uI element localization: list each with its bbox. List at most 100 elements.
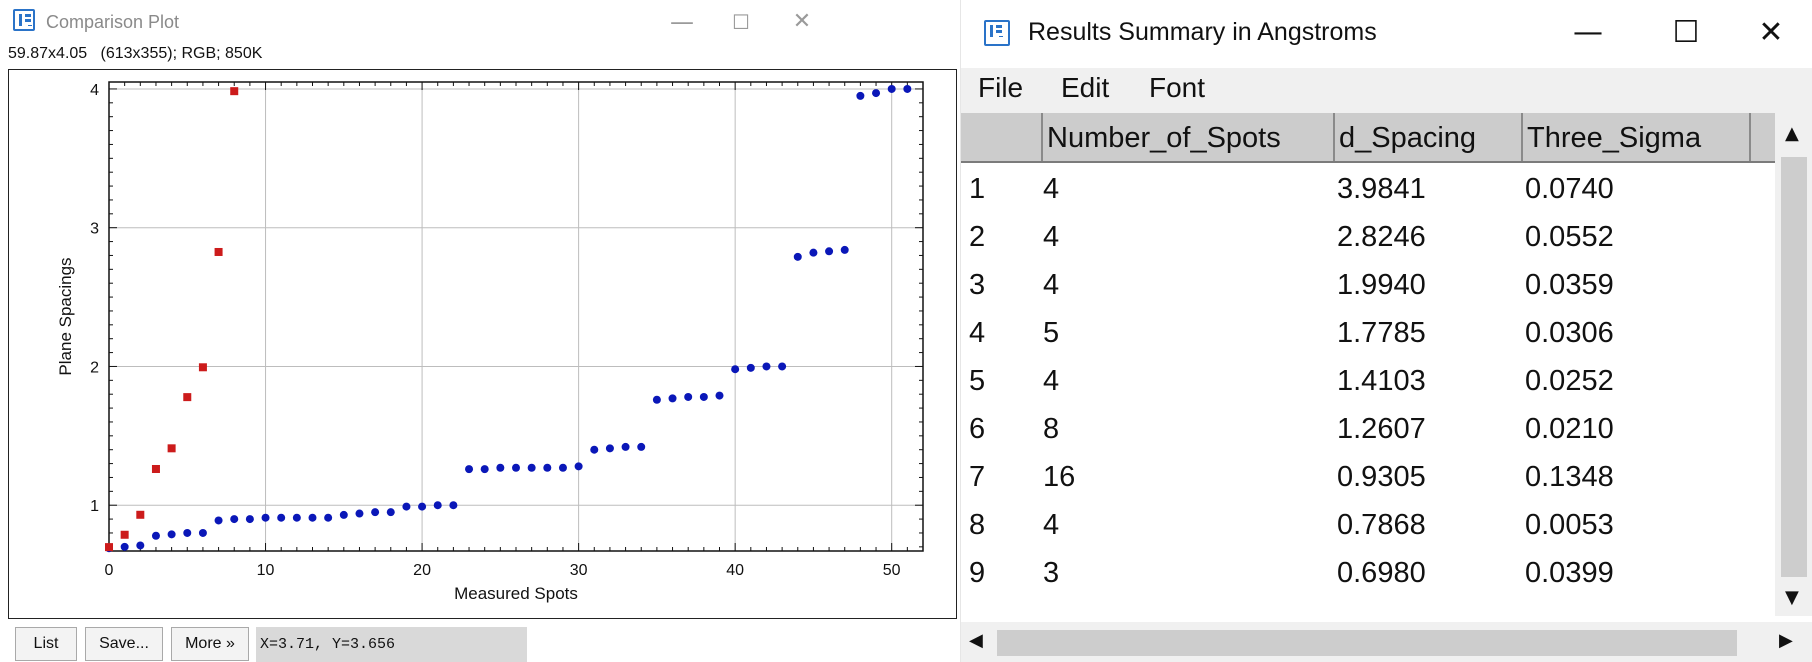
results-maximize-button[interactable]: ☐ xyxy=(1651,10,1721,56)
blue-circle-point xyxy=(762,362,771,371)
y-tick-label: 1 xyxy=(90,498,99,515)
blue-circle-point xyxy=(496,463,505,472)
cursor-coordinates: X=3.71, Y=3.656 xyxy=(256,627,527,662)
blue-circle-point xyxy=(684,392,693,401)
horizontal-scroll-thumb[interactable] xyxy=(997,630,1737,656)
desktop: Comparison Plot — ☐ ✕ 59.87x4.05 (613x35… xyxy=(0,0,1812,662)
three-sigma-cell: 0.0740 xyxy=(1525,173,1614,205)
row-index-cell: 4 xyxy=(969,317,986,349)
blue-circle-point xyxy=(355,509,364,518)
plot-titlebar[interactable]: Comparison Plot — ☐ ✕ xyxy=(0,0,960,46)
vertical-scroll-thumb[interactable] xyxy=(1781,157,1807,577)
scatter-plot: 0 10 20 30 40 50 1 2 3 4 Measured Spots Plane Spa… xyxy=(56,81,924,603)
blue-circle-point xyxy=(715,391,724,400)
row-index-cell: 1 xyxy=(969,173,986,205)
x-tick-label: 30 xyxy=(570,562,588,579)
scroll-up-icon[interactable]: ▲ xyxy=(1785,123,1799,144)
three-sigma-cell: 0.0053 xyxy=(1525,509,1614,541)
blue-circle-point xyxy=(731,365,740,374)
blue-circle-point xyxy=(198,528,207,537)
row-index-cell: 8 xyxy=(969,509,986,541)
blue-circle-point xyxy=(292,513,301,522)
blue-circle-point xyxy=(903,84,912,93)
d-spacing-cell: 1.4103 xyxy=(1337,365,1426,397)
plot-area-border xyxy=(108,81,924,552)
grid-lines xyxy=(108,82,923,551)
more-button[interactable]: More » xyxy=(171,627,249,661)
blue-circle-point xyxy=(825,247,834,256)
list-button[interactable]: List xyxy=(15,627,77,661)
x-tick-label: 0 xyxy=(105,562,114,579)
blue-circle-point xyxy=(120,542,129,551)
x-tick-label: 40 xyxy=(726,562,744,579)
plot-canvas[interactable]: 0 10 20 30 40 50 1 2 3 4 Measured Spots Plane Spa… xyxy=(8,69,957,619)
row-index-cell: 3 xyxy=(969,269,986,301)
column-header-three-sigma[interactable]: Three_Sigma xyxy=(1521,113,1749,161)
three-sigma-cell: 0.1348 xyxy=(1525,461,1614,493)
blue-circle-point xyxy=(183,528,192,537)
column-header-d-spacing[interactable]: d_Spacing xyxy=(1333,113,1521,161)
row-index-cell: 2 xyxy=(969,221,986,253)
blue-circle-point xyxy=(699,392,708,401)
plot-maximize-button[interactable]: ☐ xyxy=(711,4,771,40)
y-axis-label: Plane Spacings xyxy=(56,257,75,375)
blue-circle-point xyxy=(652,395,661,404)
table-row[interactable]: 7 16 0.9305 0.1348 xyxy=(961,453,1775,501)
d-spacing-cell: 0.9305 xyxy=(1337,461,1426,493)
blue-circle-point xyxy=(136,541,145,550)
blue-circle-point xyxy=(840,245,849,254)
red-square-point xyxy=(105,543,113,552)
blue-circle-point xyxy=(621,442,630,451)
table-row[interactable]: 5 4 1.4103 0.0252 xyxy=(961,357,1775,405)
horizontal-scrollbar[interactable]: ◀ ▶ xyxy=(961,622,1812,662)
d-spacing-cell: 0.6980 xyxy=(1337,557,1426,589)
menu-edit[interactable]: Edit xyxy=(1061,72,1109,104)
blue-circle-point xyxy=(793,252,802,261)
results-minimize-button[interactable]: — xyxy=(1553,10,1623,56)
blue-circle-point xyxy=(543,463,552,472)
data-points xyxy=(105,84,912,553)
row-index-cell: 7 xyxy=(969,461,986,493)
d-spacing-cell: 3.9841 xyxy=(1337,173,1426,205)
table-row[interactable]: 2 4 2.8246 0.0552 xyxy=(961,213,1775,261)
number-of-spots-cell: 16 xyxy=(1043,461,1076,493)
scroll-left-icon[interactable]: ◀ xyxy=(969,630,983,651)
plot-close-button[interactable]: ✕ xyxy=(772,4,832,40)
row-index-cell: 9 xyxy=(969,557,986,589)
table-row[interactable]: 3 4 1.9940 0.0359 xyxy=(961,261,1775,309)
plot-minimize-button[interactable]: — xyxy=(652,4,712,40)
table-row[interactable]: 1 4 3.9841 0.0740 xyxy=(961,165,1775,213)
blue-circle-point xyxy=(245,515,254,524)
blue-circle-point xyxy=(277,513,286,522)
column-header-index[interactable] xyxy=(961,113,1041,161)
red-square-point xyxy=(120,530,129,539)
tick-labels: 0 10 20 30 40 50 1 2 3 4 xyxy=(90,82,901,579)
menu-font[interactable]: Font xyxy=(1149,72,1205,104)
blue-circle-point xyxy=(167,530,176,539)
table-row[interactable]: 4 5 1.7785 0.0306 xyxy=(961,309,1775,357)
comparison-plot-window: Comparison Plot — ☐ ✕ 59.87x4.05 (613x35… xyxy=(0,0,960,662)
blue-circle-point xyxy=(308,513,317,522)
menu-file[interactable]: File xyxy=(978,72,1023,104)
y-tick-label: 2 xyxy=(90,359,99,376)
results-close-button[interactable]: ✕ xyxy=(1736,10,1806,56)
row-index-cell: 6 xyxy=(969,413,986,445)
d-spacing-cell: 1.7785 xyxy=(1337,317,1426,349)
x-axis-label: Measured Spots xyxy=(454,584,578,603)
table-row[interactable]: 6 8 1.2607 0.0210 xyxy=(961,405,1775,453)
blue-circle-point xyxy=(872,89,881,98)
column-header-number-of-spots[interactable]: Number_of_Spots xyxy=(1041,113,1333,161)
save-button[interactable]: Save... xyxy=(85,627,163,661)
table-row[interactable]: 8 4 0.7868 0.0053 xyxy=(961,501,1775,549)
scroll-right-icon[interactable]: ▶ xyxy=(1779,630,1793,651)
red-square-point xyxy=(198,363,207,372)
table-row[interactable]: 9 3 0.6980 0.0399 xyxy=(961,549,1775,597)
scroll-down-icon[interactable]: ▼ xyxy=(1785,587,1799,608)
three-sigma-cell: 0.0210 xyxy=(1525,413,1614,445)
d-spacing-cell: 2.8246 xyxy=(1337,221,1426,253)
blue-circle-point xyxy=(512,463,520,472)
vertical-scrollbar[interactable]: ▲ ▼ xyxy=(1775,113,1812,616)
blue-circle-point xyxy=(151,531,160,540)
number-of-spots-cell: 5 xyxy=(1043,317,1060,349)
blue-circle-point xyxy=(558,463,567,472)
